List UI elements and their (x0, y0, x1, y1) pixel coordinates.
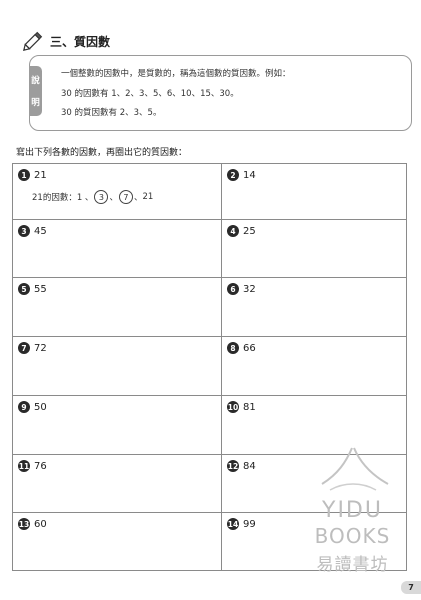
watermark-line-2: BOOKS (314, 524, 391, 548)
row-divider (13, 277, 406, 278)
problem-14: 14 99 (227, 518, 256, 530)
explanation-tag-char: 說 (31, 76, 40, 86)
watermark-logo-icon (321, 447, 389, 491)
problem-number-badge: 1 (18, 169, 30, 181)
problem-value: 25 (243, 225, 256, 237)
circled-prime-factor: 7 (118, 190, 133, 204)
problem-number-badge: 5 (18, 283, 30, 295)
problem-number-badge: 3 (18, 225, 30, 237)
problem-value: 81 (243, 401, 256, 413)
problem-number-badge: 10 (227, 401, 239, 413)
worked-example: 21的因數：1 、 3 、 7 、 21 (32, 190, 153, 204)
problem-6: 6 32 (227, 283, 256, 295)
problem-12: 12 84 (227, 460, 256, 472)
problem-number-badge: 6 (227, 283, 239, 295)
yidu-books-watermark: YIDU BOOKS 易讀書坊 (300, 440, 405, 580)
problem-value: 21 (34, 169, 47, 181)
problem-9: 9 50 (18, 401, 47, 413)
column-divider (221, 164, 222, 570)
explanation-line: 30 的質因數有 2、3、5。 (61, 108, 162, 118)
problem-value: 60 (34, 518, 47, 530)
problem-value: 84 (243, 460, 256, 472)
problem-number-badge: 13 (18, 518, 30, 530)
problem-1: 1 21 (18, 169, 47, 181)
row-divider (13, 219, 406, 220)
explanation-tag-char: 明 (31, 98, 40, 108)
explanation-line: 30 的因數有 1、2、3、5、6、10、15、30。 (61, 89, 239, 99)
problem-number-badge: 11 (18, 460, 30, 472)
pencil-icon (22, 31, 43, 52)
explanation-tag: 說 明 (29, 66, 42, 116)
problem-value: 66 (243, 342, 256, 354)
section-title: 三、質因數 (50, 35, 111, 49)
circled-prime-factor: 3 (94, 190, 109, 204)
problem-value: 55 (34, 283, 47, 295)
example-suffix: 21 (142, 192, 154, 202)
problem-number-badge: 9 (18, 401, 30, 413)
problem-13: 13 60 (18, 518, 47, 530)
problem-value: 76 (34, 460, 47, 472)
problem-value: 45 (34, 225, 47, 237)
problem-10: 10 81 (227, 401, 256, 413)
problem-3: 3 45 (18, 225, 47, 237)
problem-number-badge: 8 (227, 342, 239, 354)
problem-value: 50 (34, 401, 47, 413)
example-prefix: 21的因數：1 、 (32, 193, 94, 203)
problem-number-badge: 12 (227, 460, 239, 472)
problem-number-badge: 4 (227, 225, 239, 237)
explanation-line: 一個整數的因數中，是質數的，稱為這個數的質因數。例如： (61, 69, 291, 79)
problem-value: 32 (243, 283, 256, 295)
problem-value: 72 (34, 342, 47, 354)
problem-8: 8 66 (227, 342, 256, 354)
problem-value: 14 (243, 169, 256, 181)
problem-number-badge: 2 (227, 169, 239, 181)
problem-7: 7 72 (18, 342, 47, 354)
exercise-instruction: 寫出下列各數的因數，再圈出它的質因數： (16, 148, 188, 158)
page-number: 7 (401, 581, 421, 594)
watermark-line-3: 易讀書坊 (316, 555, 389, 575)
row-divider (13, 395, 406, 396)
example-separator: 、 (109, 193, 118, 203)
problem-number-badge: 7 (18, 342, 30, 354)
problem-4: 4 25 (227, 225, 256, 237)
row-divider (13, 336, 406, 337)
example-separator: 、 (133, 193, 143, 203)
watermark-line-1: YIDU (322, 498, 383, 523)
problem-11: 11 76 (18, 460, 47, 472)
problem-2: 2 14 (227, 169, 256, 181)
problem-5: 5 55 (18, 283, 47, 295)
problem-value: 99 (243, 518, 256, 530)
explanation-box: 說 明 一個整數的因數中，是質數的，稱為這個數的質因數。例如： 30 的因數有 … (29, 55, 412, 131)
problem-number-badge: 14 (227, 518, 239, 530)
